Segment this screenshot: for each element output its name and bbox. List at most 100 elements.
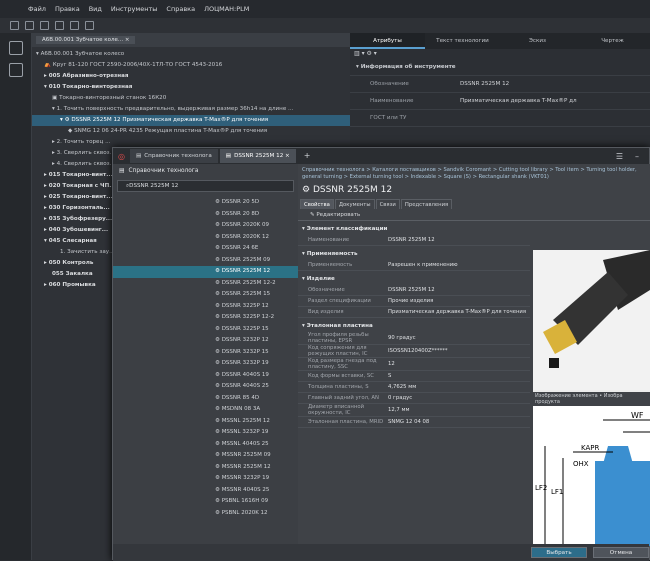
list-item[interactable]: ⚙ DSSNR 2525M 12-2 [113, 278, 298, 290]
tree-row[interactable]: ▾ А6В.00.001 Зубчатое колесо [32, 49, 350, 60]
tab-attr[interactable]: Эскиз [500, 33, 575, 49]
list-item[interactable]: ⚙ MSSNL 2525M 12 [113, 416, 298, 428]
property-key: Главный задний угол, AN [308, 395, 380, 401]
menu-item[interactable]: Правка [55, 5, 80, 13]
attr-toolbar[interactable]: ▥ ▾ ⚙ ▾ [350, 49, 650, 59]
tree-row[interactable]: ▸ 005 Абразивно-отрезная [32, 71, 350, 82]
tab-attr[interactable]: Атрибуты [350, 33, 425, 49]
section-header[interactable]: ▾ Элемент классификации [298, 224, 530, 235]
tab-properties[interactable]: Представления [400, 199, 453, 209]
list-item-label: DSSNR 2020K 09 [221, 222, 269, 228]
list-item[interactable]: ⚙ MSSNR 2525M 12 [113, 462, 298, 474]
open-icon[interactable] [25, 21, 34, 30]
attr-row: ГОСТ или ТУ [350, 110, 650, 127]
gear-icon: ⚙ [215, 325, 222, 332]
list-item-label: MSDNN 08 3A [221, 406, 261, 412]
list-item[interactable]: ⚙ DSSNR 20 8D [113, 209, 298, 221]
gear-icon: ⚙ [215, 199, 222, 205]
minimize-icon[interactable]: – [635, 152, 639, 161]
list-item[interactable]: ⚙ DSSNR 3232P 19 [113, 358, 298, 370]
redo-icon[interactable] [70, 21, 79, 30]
list-item[interactable]: ⚙ DSSNR 4040S 19 [113, 370, 298, 382]
tab-reference[interactable]: ▤ Справочник технолога [129, 149, 218, 163]
property-row: Угол профиля резьбы пластины, EPSR 90 гра… [298, 332, 530, 345]
tab-properties[interactable]: Свойства [300, 199, 334, 209]
tree-tab[interactable]: А6В.00.001 Зубчатое коле... × [36, 36, 136, 44]
tab-item[interactable]: ▤ DSSNR 2525M 12 × [219, 149, 296, 163]
list-item[interactable]: ⚙ DSSNR 20 5D [113, 197, 298, 209]
list-item-label: DSSNR 3225P 15 [221, 325, 269, 332]
list-item[interactable]: ⚙ DSSNR 3225P 15 [113, 324, 298, 336]
list-item[interactable]: ⚙ DSSNR 2020K 12 [113, 232, 298, 244]
print-icon[interactable] [85, 21, 94, 30]
undo-icon[interactable] [55, 21, 64, 30]
attr-section[interactable]: ▾ Информация об инструменте [350, 59, 650, 76]
structure-icon[interactable] [9, 41, 23, 55]
property-key: Наименование [308, 237, 350, 243]
menu-item[interactable]: ЛОЦМАН:PLM [204, 5, 249, 13]
list-item[interactable]: ⚙ DSSNR 2525M 12 [113, 266, 298, 278]
tree-row[interactable]: ⛺ Круг 81-120 ГОСТ 2590-2006/40Х-1ТЛ-ТО … [32, 60, 350, 71]
tree-row[interactable]: ◆ SNMG 12 06 24-PR 4235 Режущая пластина… [32, 126, 350, 137]
property-value: 12 [388, 360, 395, 367]
image-panel: Изображение элемента • Изобра продукта W… [533, 250, 650, 546]
section-header[interactable]: ▾ Изделие [298, 274, 530, 285]
menu-icon[interactable]: ☰ [616, 152, 623, 161]
tab-properties[interactable]: Связи [375, 199, 400, 209]
menu-item[interactable]: Инструменты [111, 5, 158, 13]
list-item[interactable]: ⚙ DSSNR 85 4D [113, 393, 298, 405]
section-header[interactable]: ▾ Применяемость [298, 249, 530, 260]
tab-attr[interactable]: Текст технологии [425, 33, 500, 49]
list-item[interactable]: ⚙ DSSNR 4040S 25 [113, 381, 298, 393]
list-item-label: DSSNR 2525M 12-2 [221, 279, 276, 286]
menu-item[interactable]: Справка [166, 5, 195, 13]
tree-row[interactable]: ▾ 1. Точить поверхность предварительно, … [32, 104, 350, 115]
tree-row[interactable]: ▾ 010 Токарно-винторезная [32, 82, 350, 93]
list-item[interactable]: ⚙ MSSNL 3232P 19 [113, 427, 298, 439]
list-item[interactable]: ⚙ MSDNN 08 3A [113, 404, 298, 416]
edit-button[interactable]: ✎ Редактировать [298, 209, 650, 221]
book-icon: ▤ [119, 168, 125, 174]
attr-row: Обозначение DSSNR 2525M 12 [350, 76, 650, 93]
tab-attr[interactable]: Чертеж [575, 33, 650, 49]
property-value: 0 градус [388, 394, 413, 401]
section-header[interactable]: ▾ Эталонная пластина [298, 321, 530, 332]
attr-value: Призматическая державка T-Max®P дл [460, 98, 577, 104]
list-item[interactable]: ⚙ MSSNR 2525M 09 [113, 450, 298, 462]
list-item[interactable]: ⚙ DSSNR 2020K 09 [113, 220, 298, 232]
select-button[interactable]: Выбрать [531, 547, 587, 558]
breadcrumb[interactable]: Справочник технолога > Каталоги поставщи… [298, 164, 650, 184]
add-tab-button[interactable]: + [298, 149, 317, 163]
document-icon[interactable] [9, 63, 23, 77]
list-item[interactable]: ⚙ DSSNR 3225P 12-2 [113, 312, 298, 324]
gear-icon: ⚙ [215, 256, 222, 263]
new-icon[interactable] [10, 21, 19, 30]
attr-value: DSSNR 2525M 12 [460, 81, 510, 87]
property-key: Толщина пластины, S [308, 384, 369, 390]
tree-row[interactable]: ▾ ⚙ DSSNR 2525M 12 Призматическая держав… [32, 115, 350, 126]
list-item[interactable]: ⚙ DSSNR 2525M 15 [113, 289, 298, 301]
tree-row[interactable]: ▣ Токарно-винторезный станок 16К20 [32, 93, 350, 104]
save-icon[interactable] [40, 21, 49, 30]
list-item[interactable]: ⚙ PSBNL 1616H 09 [113, 496, 298, 508]
property-value: 90 градус [388, 334, 416, 341]
list-item[interactable]: ⚙ DSSNR 24 6E [113, 243, 298, 255]
list-item[interactable]: ⚙ DSSNR 3225P 12 [113, 301, 298, 313]
list-item[interactable]: ⚙ MSSNR 4040S 25 [113, 485, 298, 497]
dim-ohx: OHX [573, 460, 589, 468]
list-item[interactable]: ⚙ DSSNR 3232P 12 [113, 335, 298, 347]
list-item[interactable]: ⚙ DSSNR 2525M 09 [113, 255, 298, 267]
search-input[interactable]: ⌕DSSNR 2525M 12 [117, 180, 294, 192]
property-value: 4,7625 мм [388, 383, 417, 390]
list-item[interactable]: ⚙ DSSNR 3232P 15 [113, 347, 298, 359]
tab-properties[interactable]: Документы [334, 199, 375, 209]
menu-item[interactable]: Вид [89, 5, 102, 13]
gear-icon: ⚙ [215, 222, 222, 228]
list-item[interactable]: ⚙ PSBNL 2020K 12 [113, 508, 298, 520]
cancel-button[interactable]: Отмена [593, 547, 649, 558]
menu-item[interactable]: Файл [28, 5, 46, 13]
dim-lf1: LF1 [551, 488, 563, 496]
list-item[interactable]: ⚙ MSSNR 3232P 19 [113, 473, 298, 485]
list-item[interactable]: ⚙ MSSNL 4040S 25 [113, 439, 298, 451]
page-title: ⚙ DSSNR 2525M 12 [302, 185, 393, 195]
